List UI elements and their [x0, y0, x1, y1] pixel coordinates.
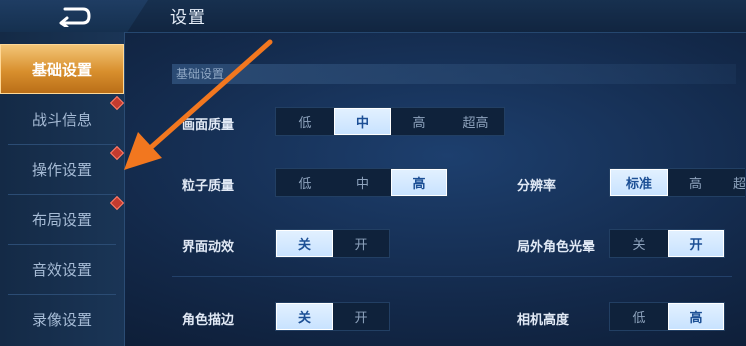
- particle-label: 粒子质量: [182, 179, 235, 194]
- quality-option-medium[interactable]: 中: [334, 108, 391, 135]
- quality-option-ultra[interactable]: 超高: [447, 108, 504, 135]
- resolution-option-ultra[interactable]: 超: [723, 169, 745, 196]
- particle-selector: 低 中 高: [275, 168, 448, 197]
- resolution-option-high[interactable]: 高: [668, 169, 723, 196]
- particle-option-high[interactable]: 高: [391, 169, 447, 196]
- notification-badge: [109, 145, 125, 161]
- sidebar-item-controls[interactable]: 操作设置: [0, 144, 125, 194]
- camera-option-low[interactable]: 低: [610, 303, 668, 330]
- quality-label: 画面质量: [182, 118, 235, 133]
- outline-option-on[interactable]: 开: [333, 303, 389, 330]
- page-title: 设置: [170, 8, 206, 28]
- back-button[interactable]: [0, 0, 148, 32]
- halo-label: 局外角色光晕: [517, 240, 596, 255]
- section-header: 基础设置: [172, 64, 736, 84]
- camera-height-toggle: 低 高: [609, 302, 725, 331]
- resolution-selector: 标准 高 超: [609, 168, 745, 197]
- halo-toggle: 关 开: [609, 229, 725, 258]
- particle-option-medium[interactable]: 中: [334, 169, 391, 196]
- halo-option-off[interactable]: 关: [610, 230, 668, 257]
- quality-option-high[interactable]: 高: [391, 108, 447, 135]
- particle-option-low[interactable]: 低: [276, 169, 334, 196]
- halo-option-on[interactable]: 开: [668, 230, 724, 257]
- ui-effect-label: 界面动效: [182, 240, 235, 255]
- notification-badge: [109, 95, 125, 111]
- sidebar-item-label: 基础设置: [31, 60, 92, 79]
- sidebar-item-sound[interactable]: 音效设置: [0, 244, 124, 294]
- resolution-option-standard[interactable]: 标准: [610, 169, 668, 196]
- back-arrow-icon: [59, 7, 91, 27]
- sidebar-item-label: 布局设置: [31, 210, 92, 229]
- sidebar-item-label: 录像设置: [31, 310, 92, 329]
- top-bar: 设置: [0, 0, 746, 33]
- ui-effect-toggle: 关 开: [275, 229, 390, 258]
- camera-option-high[interactable]: 高: [668, 303, 724, 330]
- outline-option-off[interactable]: 关: [276, 303, 333, 330]
- notification-badge: [109, 195, 125, 211]
- sidebar-item-label: 音效设置: [31, 260, 92, 279]
- sidebar-item-basic[interactable]: 基础设置: [0, 44, 124, 94]
- quality-option-low[interactable]: 低: [276, 108, 334, 135]
- outline-toggle: 关 开: [275, 302, 390, 331]
- sidebar-item-battle-info[interactable]: 战斗信息: [0, 94, 125, 144]
- sidebar-item-label: 战斗信息: [31, 110, 92, 129]
- sidebar-item-label: 操作设置: [31, 160, 92, 179]
- sidebar: 基础设置 战斗信息 操作设置 布局设置 音效设置 录像设置: [0, 32, 125, 346]
- section-divider: [172, 276, 732, 277]
- ui-effect-option-off[interactable]: 关: [276, 230, 333, 257]
- camera-height-label: 相机高度: [517, 313, 570, 328]
- quality-selector: 低 中 高 超高: [275, 107, 505, 136]
- sidebar-item-recording[interactable]: 录像设置: [0, 294, 124, 344]
- sidebar-item-layout[interactable]: 布局设置: [0, 194, 125, 244]
- ui-effect-option-on[interactable]: 开: [333, 230, 389, 257]
- outline-label: 角色描边: [182, 313, 235, 328]
- resolution-label: 分辨率: [517, 179, 557, 194]
